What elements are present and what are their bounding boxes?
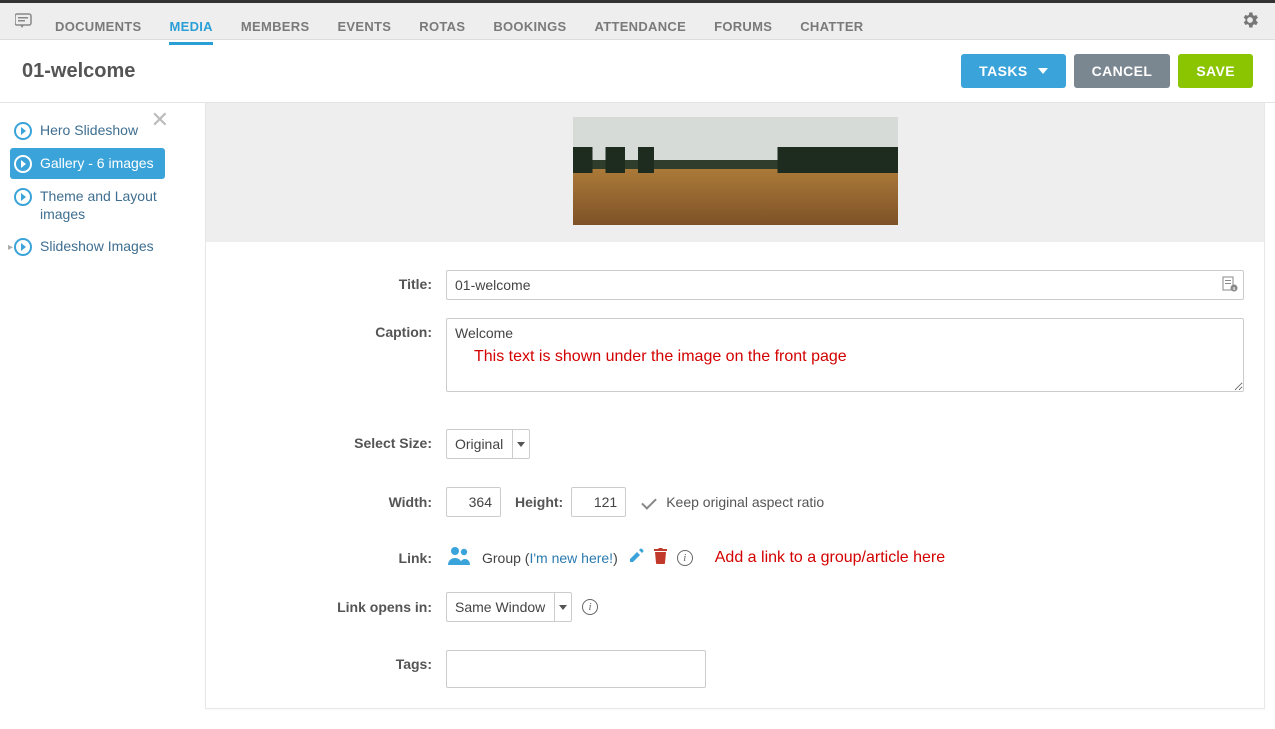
tags-input[interactable]	[446, 650, 706, 688]
dropdown-caret-icon[interactable]	[554, 592, 572, 622]
editor-panel: Title: a Caption: This text is shown und…	[205, 103, 1265, 709]
nav-forums[interactable]: FORUMS	[714, 9, 772, 45]
info-icon[interactable]: i	[582, 599, 598, 615]
delete-link-icon[interactable]	[654, 548, 667, 567]
select-size-label: Select Size:	[226, 429, 446, 451]
sidebar-item-label: Slideshow Images	[40, 237, 154, 255]
edit-link-icon[interactable]	[628, 548, 644, 567]
aspect-ratio-checkbox[interactable]	[640, 495, 660, 509]
nav-chatter[interactable]: CHATTER	[800, 9, 863, 45]
play-icon	[14, 122, 32, 140]
link-opens-label: Link opens in:	[226, 599, 446, 615]
save-button[interactable]: SAVE	[1178, 54, 1253, 88]
title-bar: 01-welcome TASKS CANCEL SAVE	[0, 40, 1275, 103]
chevron-down-icon	[1038, 68, 1048, 74]
link-opens-dropdown[interactable]: Same Window	[446, 592, 554, 622]
play-icon	[14, 155, 32, 173]
sidebar-item-slideshow-images[interactable]: ▸ Slideshow Images	[10, 231, 165, 262]
page-title: 01-welcome	[22, 60, 953, 83]
caption-label: Caption:	[226, 318, 446, 340]
sidebar-item-gallery[interactable]: Gallery - 6 images	[10, 148, 165, 179]
info-icon[interactable]: i	[677, 550, 693, 566]
link-label: Link:	[226, 550, 446, 566]
nav-rotas[interactable]: ROTAS	[419, 9, 465, 45]
sidebar-item-hero-slideshow[interactable]: Hero Slideshow	[10, 115, 165, 146]
title-label: Title:	[226, 270, 446, 292]
cancel-button[interactable]: CANCEL	[1074, 54, 1171, 88]
link-target-link[interactable]: I'm new here!	[529, 550, 613, 566]
settings-gear-icon[interactable]	[1240, 10, 1260, 33]
sidebar-item-theme-layout[interactable]: Theme and Layout images	[10, 181, 165, 229]
image-preview-area	[206, 103, 1264, 242]
width-input[interactable]	[446, 487, 501, 517]
sidebar: ✕ Hero Slideshow Gallery - 6 images Them…	[0, 103, 175, 729]
width-label: Width:	[226, 494, 446, 510]
sidebar-item-label: Hero Slideshow	[40, 121, 138, 139]
aspect-ratio-label: Keep original aspect ratio	[666, 494, 824, 510]
brand-icon	[15, 12, 35, 31]
select-size-dropdown[interactable]: Original	[446, 429, 512, 459]
group-icon	[446, 545, 472, 570]
nav-media[interactable]: MEDIA	[169, 9, 212, 45]
nav-attendance[interactable]: ATTENDANCE	[595, 9, 687, 45]
tasks-button[interactable]: TASKS	[961, 54, 1065, 88]
top-nav: DOCUMENTS MEDIA MEMBERS EVENTS ROTAS BOO…	[0, 0, 1275, 40]
nav-documents[interactable]: DOCUMENTS	[55, 9, 141, 45]
link-annotation: Add a link to a group/article here	[715, 549, 945, 567]
close-sidebar-icon[interactable]: ✕	[151, 107, 169, 133]
title-input[interactable]	[446, 270, 1244, 300]
height-label: Height:	[515, 494, 563, 510]
nav-events[interactable]: EVENTS	[337, 9, 391, 45]
sidebar-item-label: Theme and Layout images	[40, 187, 161, 223]
play-icon	[14, 188, 32, 206]
svg-text:a: a	[1233, 286, 1236, 292]
play-icon	[14, 238, 32, 256]
link-target-text: Group (I'm new here!)	[482, 550, 618, 566]
nav-members[interactable]: MEMBERS	[241, 9, 310, 45]
expand-icon[interactable]: ▸	[8, 242, 13, 253]
image-preview[interactable]	[573, 117, 898, 225]
sidebar-item-label: Gallery - 6 images	[40, 154, 154, 172]
nav-bookings[interactable]: BOOKINGS	[493, 9, 566, 45]
tags-label: Tags:	[226, 650, 446, 672]
field-extra-icon[interactable]: a	[1222, 276, 1238, 295]
dropdown-caret-icon[interactable]	[512, 429, 530, 459]
caption-textarea[interactable]	[446, 318, 1244, 392]
height-input[interactable]	[571, 487, 626, 517]
